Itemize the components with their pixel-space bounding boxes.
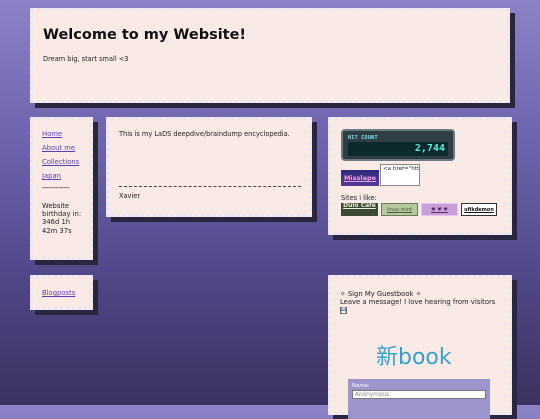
name-label: Name: [352,383,370,389]
site-badge-dulo-cafe[interactable]: Dulo Café [341,203,378,216]
blog-nav-panel: Blogposts [30,275,93,310]
main-content-panel: This is my LaDS deepdive/braindump encyc… [106,117,312,217]
guestbook-panel: ✧ Sign My Guestbook ✧ Leave a message! I… [328,275,512,419]
nav-list: Home About me Collections Japan [42,130,79,186]
link-code-snippet[interactable]: <a href="https://misstalp [380,164,420,186]
right-sidebar-panel: HIT COUNT 2,744 Misslape <a href="https:… [328,117,512,235]
guestbook-form: Name: [348,379,490,419]
nav-separator: -------------- [42,184,70,192]
misslapel-button[interactable]: Misslape [341,170,379,186]
signature: Xavier [119,192,141,200]
guestbook-message: Leave a message! I love hearing from vis… [340,298,496,306]
save-icon [340,307,347,316]
content-divider [119,186,301,187]
sidebar-nav: Home About me Collections Japan --------… [30,117,93,260]
guestbook-title: ✧ Sign My Guestbook ✧ [340,290,422,298]
nav-link-about-me[interactable]: About me [42,144,75,152]
hit-counter-value: 2,744 [348,142,448,156]
page-title: Welcome to my Website! [43,27,247,43]
nav-link-home[interactable]: Home [42,130,62,138]
blogposts-link[interactable]: Blogposts [42,289,75,297]
site-badge-hearts[interactable]: ♥ ♥ ♥ [421,203,458,216]
tagline: Dream big, start small <3 [43,55,129,63]
header-panel: Welcome to my Website! Dream big, start … [30,8,510,103]
website-birthday-countdown: Website birthday in: 346d 1h 42m 37s [42,202,82,235]
hit-counter: HIT COUNT 2,744 [341,129,455,161]
site-badge-linux-mint[interactable]: linux mint [381,203,418,216]
guestbook-logo: 新book [376,345,452,370]
nav-link-collections[interactable]: Collections [42,158,79,166]
name-input[interactable] [352,390,486,399]
nav-link-japan[interactable]: Japan [42,172,61,180]
site-badge-ufikdemon[interactable]: ufikdemon [461,203,497,216]
hit-counter-label: HIT COUNT [348,135,378,141]
sites-label: Sites i like: [341,194,377,202]
intro-text: This is my LaDS deepdive/braindump encyc… [119,130,290,138]
